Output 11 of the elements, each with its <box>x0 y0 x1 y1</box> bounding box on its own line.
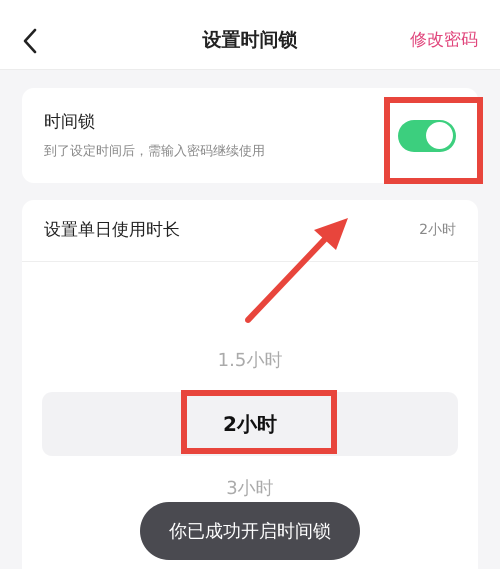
time-lock-description: 到了设定时间后，需输入密码继续使用 <box>44 142 265 160</box>
duration-option[interactable]: 2小时 <box>42 392 458 456</box>
duration-option[interactable]: 1.5小时 <box>42 328 458 392</box>
change-password-link[interactable]: 修改密码 <box>410 28 478 54</box>
duration-label: 设置单日使用时长 <box>44 218 180 242</box>
time-lock-toggle[interactable] <box>398 120 456 152</box>
success-toast: 你已成功开启时间锁 <box>140 502 360 560</box>
time-lock-title: 时间锁 <box>44 111 96 134</box>
duration-value: 2小时 <box>419 221 456 240</box>
back-icon[interactable] <box>22 28 38 54</box>
page-title: 设置时间锁 <box>202 28 298 54</box>
